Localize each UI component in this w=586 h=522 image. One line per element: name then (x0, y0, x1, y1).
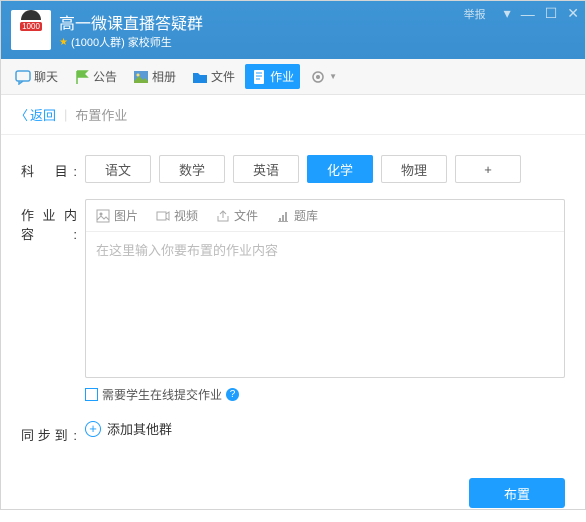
tab-file[interactable]: 文件 (186, 64, 241, 89)
sync-label: 同步到 (21, 419, 85, 444)
chat-icon (15, 69, 31, 85)
form-footer: 布置 (1, 470, 585, 522)
require-submit-label: 需要学生在线提交作业 (102, 386, 222, 403)
plus-circle-icon[interactable]: + (85, 421, 101, 437)
subject-英语[interactable]: 英语 (233, 155, 299, 183)
subject-化学[interactable]: 化学 (307, 155, 373, 183)
window-header: 1000 高一微课直播答疑群 ★ (1000人群) 家校师生 举报 ▾ — ☐ … (1, 1, 585, 59)
insert-image-button[interactable]: 图片 (96, 207, 138, 224)
tab-album[interactable]: 相册 (127, 64, 182, 89)
subject-数学[interactable]: 数学 (159, 155, 225, 183)
image-icon (133, 69, 149, 85)
chevron-left-icon: 〈 (15, 105, 28, 124)
flag-icon (74, 69, 90, 85)
insert-file-button[interactable]: 文件 (216, 207, 258, 224)
subject-语文[interactable]: 语文 (85, 155, 151, 183)
content-editor: 图片 视频 文件 题库 (85, 199, 565, 378)
subject-+[interactable]: + (455, 155, 521, 183)
add-group-button[interactable]: 添加其他群 (107, 419, 172, 438)
maximize-button[interactable]: ☐ (545, 5, 558, 22)
subject-list: 语文数学英语化学物理 + (85, 155, 565, 183)
gear-icon (310, 69, 326, 85)
star-icon: ★ (59, 37, 68, 48)
content-textarea[interactable] (86, 232, 564, 372)
group-avatar[interactable]: 1000 (11, 10, 51, 50)
close-button[interactable]: ✕ (567, 5, 579, 22)
group-type: 家校师生 (128, 34, 172, 50)
editor-toolbar: 图片 视频 文件 题库 (86, 200, 564, 232)
submit-button[interactable]: 布置 (469, 478, 565, 508)
homework-form: 科 目 语文数学英语化学物理 + 作业内容 图片 视频 文件 题库 需要学生在线提… (1, 135, 585, 470)
subject-label: 科 目 (21, 155, 85, 180)
tab-homework[interactable]: 作业 (245, 64, 300, 89)
settings-button[interactable]: ▼ (304, 65, 343, 89)
content-label: 作业内容 (21, 199, 85, 243)
tab-notice[interactable]: 公告 (68, 64, 123, 89)
back-label: 返回 (30, 105, 56, 124)
tab-chat[interactable]: 聊天 (9, 64, 64, 89)
back-button[interactable]: 〈 返回 (15, 105, 56, 124)
breadcrumb-separator: | (64, 107, 67, 122)
tab-homework-label: 作业 (270, 68, 294, 85)
tab-album-label: 相册 (152, 68, 176, 85)
homework-icon (251, 69, 267, 85)
avatar-badge: 1000 (20, 22, 42, 31)
main-toolbar: 聊天 公告 相册 文件 作业 ▼ (1, 59, 585, 95)
subject-物理[interactable]: 物理 (381, 155, 447, 183)
dropdown-icon[interactable]: ▾ (504, 5, 511, 22)
tab-notice-label: 公告 (93, 68, 117, 85)
member-count: (1000人群) (71, 34, 125, 50)
folder-icon (192, 69, 208, 85)
minimize-button[interactable]: — (521, 6, 535, 22)
require-submit-checkbox[interactable] (85, 388, 98, 401)
breadcrumb: 〈 返回 | 布置作业 (1, 95, 585, 135)
insert-video-button[interactable]: 视频 (156, 207, 198, 224)
chevron-down-icon: ▼ (329, 72, 337, 81)
question-bank-button[interactable]: 题库 (276, 207, 318, 224)
group-subtitle: ★ (1000人群) 家校师生 (59, 34, 575, 50)
help-icon[interactable]: ? (226, 388, 239, 401)
tab-chat-label: 聊天 (34, 68, 58, 85)
report-link[interactable]: 举报 (464, 6, 486, 22)
tab-file-label: 文件 (211, 68, 235, 85)
breadcrumb-current: 布置作业 (75, 105, 127, 124)
